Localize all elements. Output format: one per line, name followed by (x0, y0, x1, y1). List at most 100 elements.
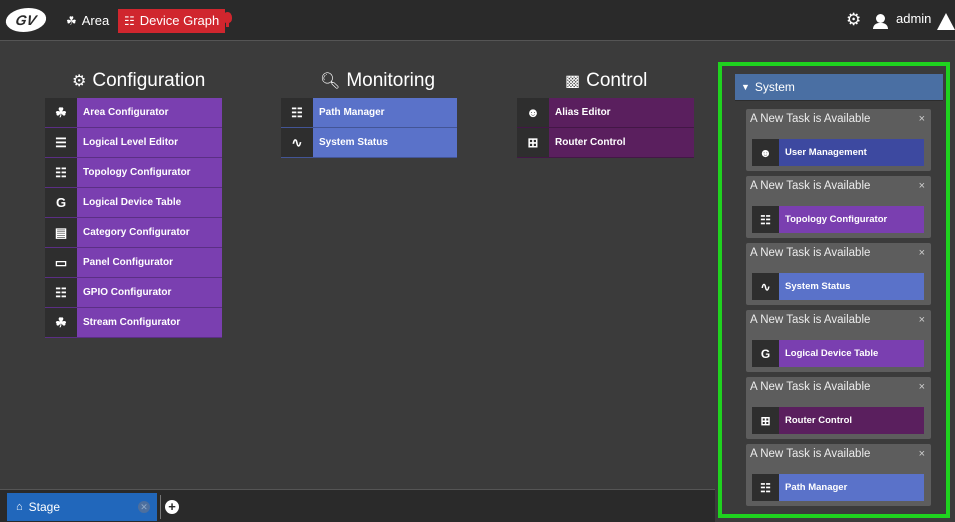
chevron-down-icon: ▼ (741, 82, 750, 92)
path-icon: ☷ (281, 98, 313, 127)
tile-label: GPIO Configurator (83, 287, 172, 298)
close-tab-icon[interactable]: ✕ (138, 501, 150, 513)
task-label: User Management (785, 147, 867, 158)
task-label: Logical Device Table (785, 348, 879, 359)
task-button-router-control[interactable]: ⊞ Router Control (752, 407, 924, 434)
configuration-title: Configuration (92, 70, 206, 91)
notification-title: A New Task is Available (750, 113, 871, 125)
gpio-icon: ☷ (45, 278, 77, 307)
notification-card: A New Task is Available × ☷ Topology Con… (746, 176, 931, 238)
task-label: Topology Configurator (785, 214, 888, 225)
panel-icon: ▭ (45, 248, 77, 277)
gear-icon[interactable]: ⚙ (846, 10, 861, 30)
alias-icon: ☻ (517, 98, 549, 127)
notification-title: A New Task is Available (750, 247, 871, 259)
user-name: admin (896, 11, 932, 26)
tile-label: Topology Configurator (83, 167, 191, 178)
task-label: Path Manager (785, 482, 848, 493)
close-icon[interactable]: × (919, 314, 925, 326)
tile-label: Category Configurator (83, 227, 190, 238)
tile-label: Router Control (555, 137, 626, 148)
tab-stage[interactable]: ⌂ Stage (7, 493, 157, 521)
tile-gpio-configurator[interactable]: ☷ GPIO Configurator (45, 278, 222, 308)
notification-card: A New Task is Available × ☻ User Managem… (746, 109, 931, 171)
path-icon: ☷ (752, 474, 779, 501)
monitoring-heading: 🔍︎ Monitoring (320, 70, 435, 92)
tile-label: Logical Device Table (83, 197, 182, 208)
close-icon[interactable]: × (919, 448, 925, 460)
task-button-path-manager[interactable]: ☷ Path Manager (752, 474, 924, 501)
category-icon: ▤ (45, 218, 77, 247)
device-table-icon: G (752, 340, 779, 367)
topology-icon: ☷ (124, 14, 135, 28)
monitoring-icon: 🔍︎ (320, 73, 341, 90)
tile-label: Logical Level Editor (83, 137, 179, 148)
configuration-icon: ⚙ (72, 73, 87, 90)
tab-area-label: Area (81, 13, 110, 28)
system-panel-title: System (754, 80, 795, 94)
device-table-icon: G (45, 188, 77, 217)
notification-title: A New Task is Available (750, 448, 871, 460)
grid-icon: ⊞ (517, 128, 549, 157)
pulse-icon: ∿ (752, 273, 779, 300)
users-icon: ☻ (752, 139, 779, 166)
notification-title: A New Task is Available (750, 314, 871, 326)
tile-router-control[interactable]: ⊞ Router Control (517, 128, 694, 158)
home-icon: ⌂ (16, 501, 23, 513)
system-panel-header[interactable]: ▼ System (735, 74, 943, 101)
stage-tab-label: Stage (28, 500, 61, 514)
monitoring-title: Monitoring (346, 70, 436, 91)
tile-area-configurator[interactable]: ☘ Area Configurator (45, 98, 222, 128)
tile-system-status[interactable]: ∿ System Status (281, 128, 457, 158)
task-button-topology-configurator[interactable]: ☷ Topology Configurator (752, 206, 924, 233)
tile-label: Area Configurator (83, 107, 169, 118)
tile-label: Panel Configurator (83, 257, 174, 268)
pulse-icon: ∿ (281, 128, 313, 157)
tile-label: Stream Configurator (83, 317, 181, 328)
add-tab-icon[interactable]: + (165, 500, 179, 514)
tile-category-configurator[interactable]: ▤ Category Configurator (45, 218, 222, 248)
topology-icon: ☷ (752, 206, 779, 233)
tab-device-graph-label: Device Graph (139, 13, 220, 28)
tile-label: System Status (319, 137, 388, 148)
task-button-system-status[interactable]: ∿ System Status (752, 273, 924, 300)
task-label: System Status (785, 281, 851, 292)
tile-stream-configurator[interactable]: ☘ Stream Configurator (45, 308, 222, 338)
area-icon: ☘ (66, 14, 77, 28)
tab-divider (160, 495, 161, 519)
tile-label: Path Manager (319, 107, 385, 118)
layers-icon: ☰ (45, 128, 77, 157)
user-menu[interactable]: admin (873, 11, 932, 29)
control-icon: ▩ (565, 73, 581, 90)
user-icon (873, 14, 888, 29)
control-heading: ▩ Control (565, 70, 647, 92)
notification-card: A New Task is Available × ☷ Path Manager (746, 444, 931, 506)
system-panel: ▼ System A New Task is Available × ☻ Use… (718, 62, 950, 518)
top-bar: GV ☘ Area ☷ Device Graph ⚙ admin (0, 0, 955, 41)
close-icon[interactable]: × (919, 381, 925, 393)
bulb-icon[interactable] (223, 12, 232, 27)
topology-icon: ☷ (45, 158, 77, 187)
tab-area[interactable]: ☘ Area (60, 9, 115, 33)
warning-icon[interactable] (937, 13, 955, 30)
tile-logical-device-table[interactable]: G Logical Device Table (45, 188, 222, 218)
tile-path-manager[interactable]: ☷ Path Manager (281, 98, 457, 128)
tile-alias-editor[interactable]: ☻ Alias Editor (517, 98, 694, 128)
task-label: Router Control (785, 415, 853, 426)
tile-topology-configurator[interactable]: ☷ Topology Configurator (45, 158, 222, 188)
task-button-user-management[interactable]: ☻ User Management (752, 139, 924, 166)
notification-title: A New Task is Available (750, 381, 871, 393)
tile-logical-level-editor[interactable]: ☰ Logical Level Editor (45, 128, 222, 158)
tile-panel-configurator[interactable]: ▭ Panel Configurator (45, 248, 222, 278)
tab-device-graph[interactable]: ☷ Device Graph (118, 9, 226, 33)
close-icon[interactable]: × (919, 180, 925, 192)
close-icon[interactable]: × (919, 247, 925, 259)
control-title: Control (586, 70, 648, 91)
gv-logo[interactable]: GV (3, 8, 49, 32)
close-icon[interactable]: × (919, 113, 925, 125)
task-button-logical-device-table[interactable]: G Logical Device Table (752, 340, 924, 367)
tile-label: Alias Editor (555, 107, 611, 118)
notification-card: A New Task is Available × ∿ System Statu… (746, 243, 931, 305)
configuration-heading: ⚙ Configuration (72, 70, 205, 92)
stream-icon: ☘ (45, 308, 77, 337)
